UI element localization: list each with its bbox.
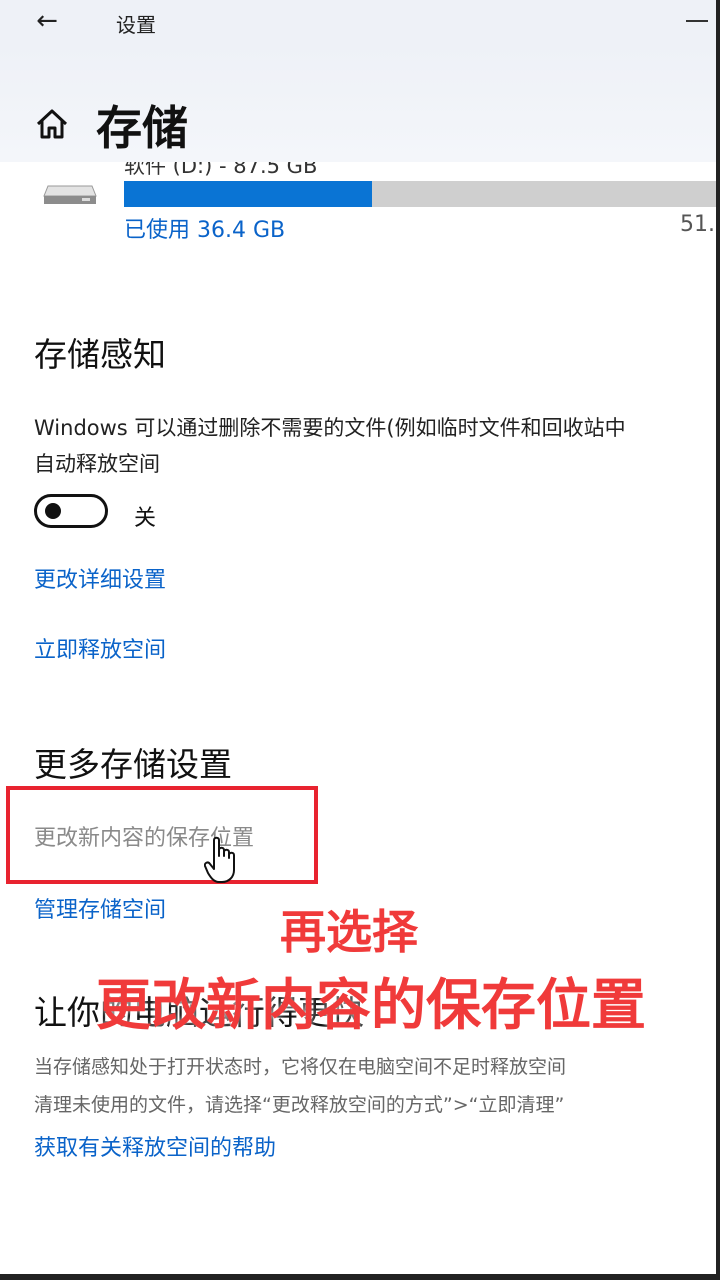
window-title: 设置: [116, 13, 156, 37]
back-arrow-icon[interactable]: ←: [30, 6, 64, 36]
storage-sense-title: 存储感知: [34, 335, 166, 374]
page-title: 存储: [96, 101, 188, 155]
overlay-caption-line2: 更改新内容的保存位置: [96, 973, 647, 1037]
manage-storage-link[interactable]: 管理存储空间: [34, 892, 166, 924]
drive-used-text: 已使用 36.4 GB: [124, 218, 286, 243]
title-bar: [0, 0, 720, 44]
drive-usage-bar-fill: [124, 181, 372, 207]
drive-free-text: 51.0: [680, 212, 720, 237]
storage-sense-description-line1: Windows 可以通过删除不需要的文件(例如临时文件和回收站中: [34, 416, 626, 440]
home-icon[interactable]: [34, 106, 70, 142]
bottom-edge: [0, 1274, 720, 1280]
free-space-help-link[interactable]: 获取有关释放空间的帮助: [34, 1130, 276, 1162]
storage-sense-toggle[interactable]: [34, 494, 108, 528]
right-edge: [716, 0, 720, 1280]
change-details-link[interactable]: 更改详细设置: [34, 562, 166, 594]
drive-usage-bar: [124, 181, 720, 207]
faster-text-line2: 清理未使用的文件，请选择“更改释放空间的方式”>“立即清理”: [34, 1094, 565, 1116]
minimize-icon[interactable]: [686, 20, 708, 22]
hand-cursor-icon: [204, 836, 235, 883]
more-storage-settings-title: 更多存储设置: [34, 745, 232, 784]
highlight-box: [6, 786, 318, 884]
drive-icon: [43, 185, 97, 204]
overlay-caption-line1: 再选择: [280, 905, 418, 959]
storage-sense-description-line2: 自动释放空间: [34, 452, 160, 476]
toggle-knob: [45, 503, 61, 519]
toggle-state-label: 关: [134, 506, 157, 531]
faster-text-line1: 当存储感知处于打开状态时，它将仅在电脑空间不足时释放空间: [34, 1056, 567, 1078]
free-space-now-link[interactable]: 立即释放空间: [34, 632, 166, 664]
